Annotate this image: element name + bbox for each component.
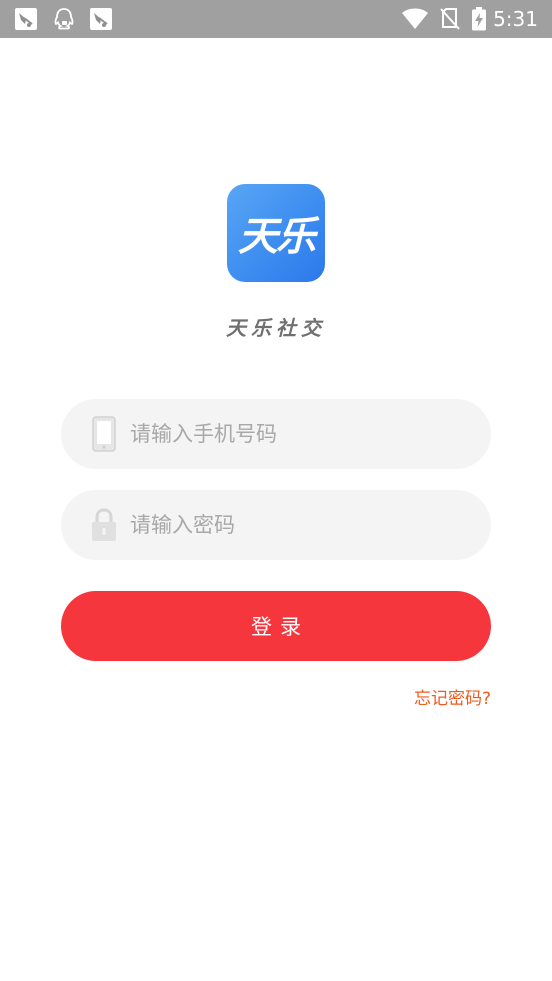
password-input[interactable] — [130, 490, 460, 560]
lock-icon — [92, 508, 116, 541]
logo-text: 天乐 — [238, 213, 316, 260]
phone-field[interactable] — [61, 399, 491, 469]
app-logo: 天乐 — [227, 184, 325, 282]
no-sim-icon — [440, 8, 460, 30]
wifi-icon — [402, 8, 428, 29]
qq-notification-icon — [54, 8, 74, 30]
phone-icon — [92, 416, 116, 452]
app-notification-icon — [15, 8, 37, 30]
status-bar: 5:31 — [0, 0, 552, 38]
phone-input[interactable] — [130, 399, 460, 469]
battery-charging-icon — [472, 7, 486, 31]
app-name: 天乐社交 — [226, 316, 326, 340]
status-time: 5:31 — [493, 7, 538, 31]
password-field[interactable] — [61, 490, 491, 560]
forgot-password-link[interactable]: 忘记密码? — [414, 684, 491, 709]
login-button[interactable]: 登录 — [61, 591, 491, 661]
app-notification-icon — [90, 8, 112, 30]
